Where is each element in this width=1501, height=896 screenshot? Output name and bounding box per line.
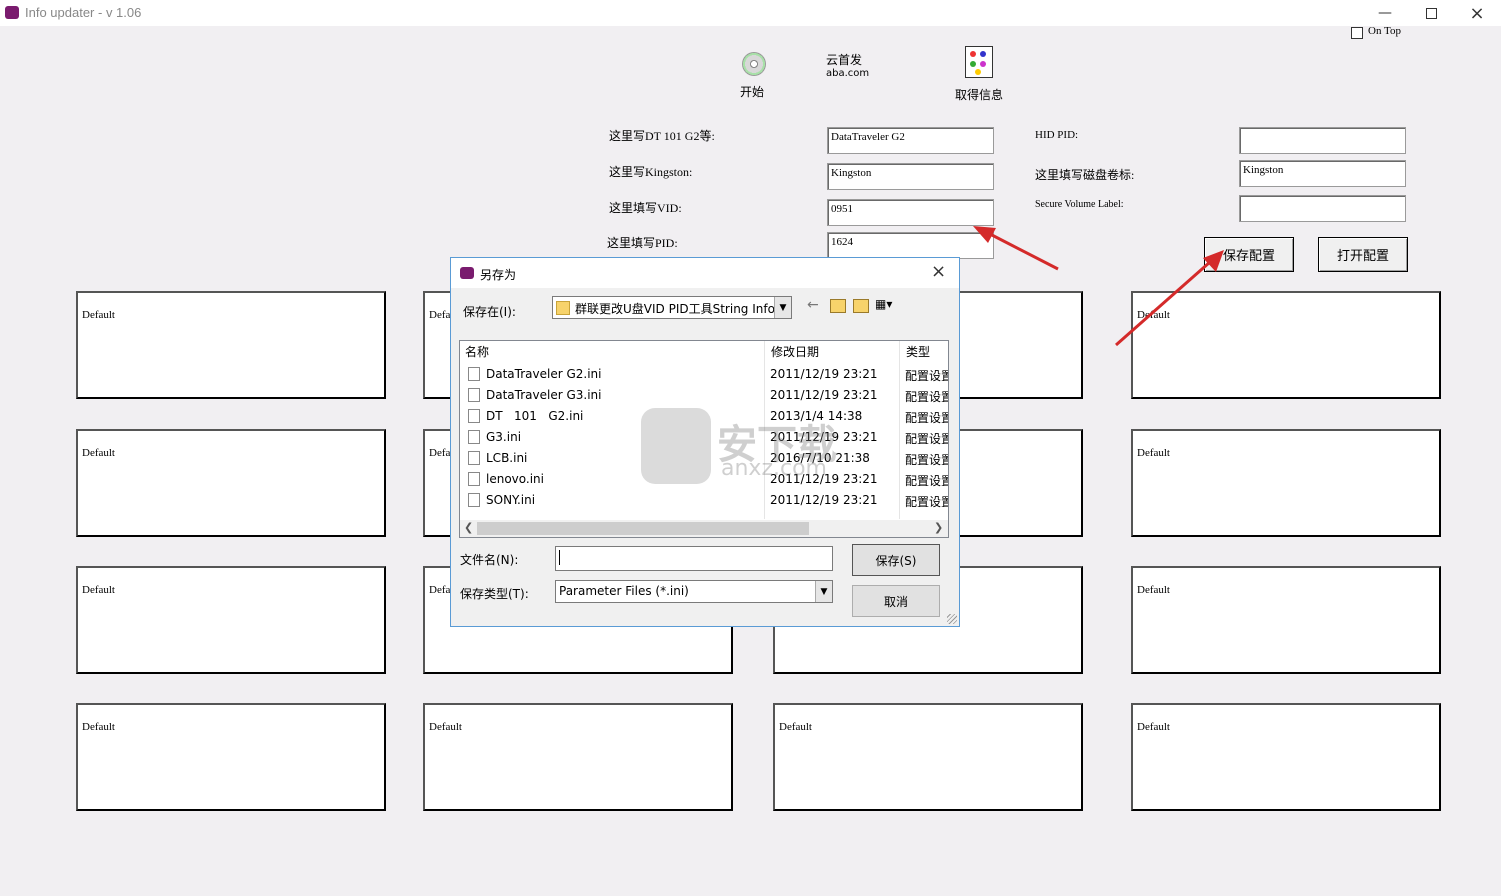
dialog-close-button[interactable]: ×	[931, 261, 946, 282]
ini-file-icon	[468, 493, 480, 507]
file-row[interactable]: SONY.ini 2011/12/19 23:21 配置设置	[460, 490, 948, 511]
watermark-shield-icon	[641, 408, 711, 484]
text-cursor	[559, 550, 560, 565]
file-type: 配置设置	[905, 369, 949, 383]
ini-file-icon	[468, 388, 480, 402]
file-type: 配置设置	[905, 474, 949, 488]
arrowhead-save	[1203, 250, 1224, 272]
file-type: 配置设置	[905, 432, 949, 446]
file-name: lenovo.ini	[486, 472, 544, 486]
back-arrow-icon[interactable]: ←	[807, 297, 819, 313]
ini-file-icon	[468, 472, 480, 486]
file-name: LCB.ini	[486, 451, 528, 465]
filename-label: 文件名(N):	[460, 553, 519, 567]
save-button[interactable]: 保存(S)	[852, 544, 940, 576]
scrollbar-thumb[interactable]	[477, 522, 809, 535]
file-name: DataTraveler G2.ini	[486, 367, 602, 381]
watermark-url: anxz.com	[721, 456, 827, 481]
column-header-date[interactable]: 修改日期	[771, 343, 819, 360]
file-name: G3.ini	[486, 430, 522, 444]
file-date: 2011/12/19 23:21	[770, 388, 878, 402]
dialog-app-icon	[460, 267, 474, 279]
file-type: 配置设置	[905, 495, 949, 509]
filetype-label: 保存类型(T):	[460, 587, 529, 601]
file-row[interactable]: DataTraveler G3.ini 2011/12/19 23:21 配置设…	[460, 385, 948, 406]
file-name: SONY.ini	[486, 493, 536, 507]
horizontal-scrollbar[interactable]: ❮ ❯	[460, 520, 948, 537]
file-type: 配置设置	[905, 453, 949, 467]
folder-icon	[556, 301, 570, 315]
resize-grip-icon[interactable]	[947, 614, 957, 624]
new-folder-icon[interactable]	[853, 299, 869, 313]
filetype-dropdown[interactable]: Parameter Files (*.ini) ▼	[555, 580, 833, 603]
arrow-to-save-config	[1115, 260, 1211, 347]
file-date: 2011/12/19 23:21	[770, 493, 878, 507]
scroll-left-icon[interactable]: ❮	[464, 521, 473, 534]
filename-input[interactable]	[555, 546, 833, 571]
file-date: 2011/12/19 23:21	[770, 367, 878, 381]
ini-file-icon	[468, 367, 480, 381]
save-as-dialog: 另存为 × 保存在(I): 群联更改U盘VID PID工具String Info…	[450, 257, 960, 627]
file-name: DataTraveler G3.ini	[486, 388, 602, 402]
dialog-title: 另存为	[480, 268, 517, 282]
dialog-title-bar: 另存为 ×	[451, 258, 959, 288]
file-type: 配置设置	[905, 411, 949, 425]
ini-file-icon	[468, 451, 480, 465]
save-in-label: 保存在(I):	[463, 305, 516, 319]
ini-file-icon	[468, 409, 480, 423]
arrow-to-vid-field	[987, 231, 1059, 271]
up-folder-icon[interactable]	[830, 299, 846, 313]
cancel-button[interactable]: 取消	[852, 585, 940, 617]
file-name: DT 101 G2.ini	[486, 409, 584, 423]
ini-file-icon	[468, 430, 480, 444]
filetype-value: Parameter Files (*.ini)	[559, 584, 689, 598]
file-type: 配置设置	[905, 390, 949, 404]
chevron-down-icon: ▼	[774, 297, 791, 318]
chevron-down-icon: ▼	[815, 581, 832, 602]
sort-caret-icon: ^	[610, 340, 618, 347]
save-in-value: 群联更改U盘VID PID工具String Info	[575, 302, 775, 316]
scroll-right-icon[interactable]: ❯	[934, 521, 943, 534]
save-in-dropdown[interactable]: 群联更改U盘VID PID工具String Info ▼	[552, 296, 792, 319]
column-header-type[interactable]: 类型	[906, 343, 930, 360]
column-header-name[interactable]: 名称	[465, 343, 489, 360]
file-row[interactable]: DataTraveler G2.ini 2011/12/19 23:21 配置设…	[460, 364, 948, 385]
view-menu-icon[interactable]: ▦▾	[875, 297, 892, 311]
